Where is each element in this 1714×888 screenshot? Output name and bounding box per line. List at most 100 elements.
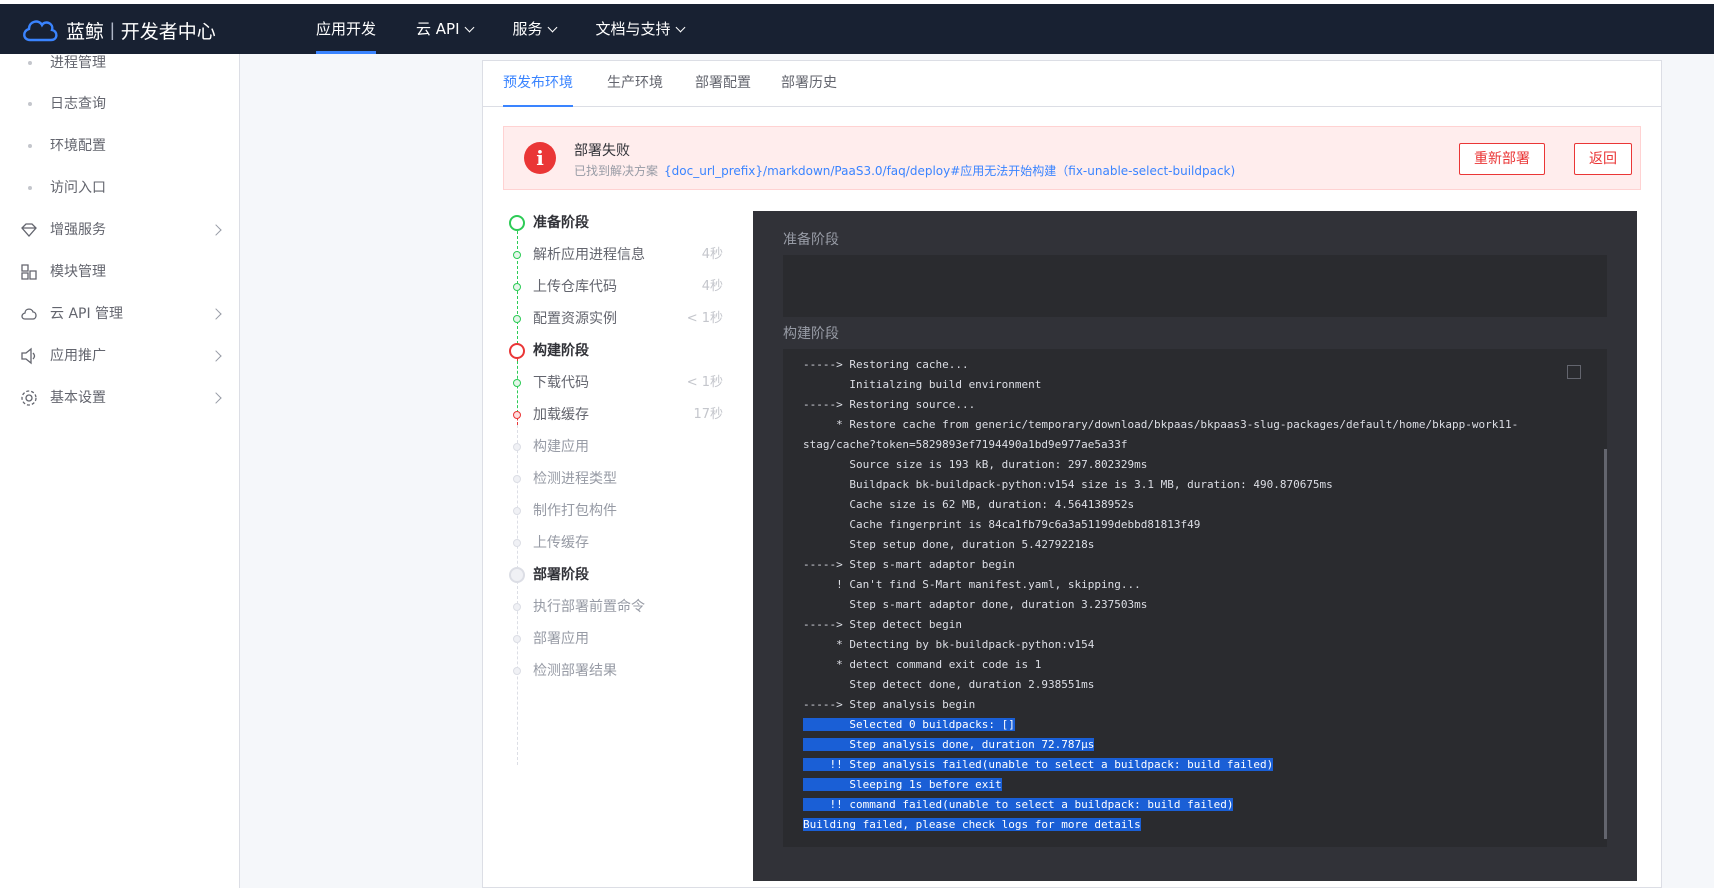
log-line: Buildpack bk-buildpack-python:v154 size … bbox=[803, 475, 1518, 495]
log-line-text: Step detect done, duration 2.938551ms bbox=[803, 678, 1095, 691]
nav-app-dev[interactable]: 应用开发 bbox=[316, 0, 377, 54]
bullet-icon bbox=[28, 186, 32, 190]
prepare-log-box bbox=[783, 255, 1607, 317]
tab-label: 部署配置 bbox=[695, 75, 751, 91]
log-line-text: Step s-mart adaptor done, duration 3.237… bbox=[803, 598, 1148, 611]
step-load-cache[interactable]: 加载缓存 17秒 bbox=[503, 403, 723, 427]
chevron-right-icon bbox=[210, 224, 222, 236]
log-line: * detect command exit code is 1 bbox=[803, 655, 1518, 675]
build-log-text[interactable]: -----> Restoring cache... Initialzing bu… bbox=[803, 355, 1518, 835]
sidebar-item-process[interactable]: 进程管理 bbox=[0, 42, 240, 84]
step-status-icon bbox=[513, 667, 521, 675]
log-line-text: Buildpack bk-buildpack-python:v154 size … bbox=[803, 478, 1333, 491]
log-line: Cache fingerprint is 84ca1fb79c6a3a51199… bbox=[803, 515, 1518, 535]
cloud-api-icon bbox=[21, 308, 37, 320]
sidebar-item-enhanced-services[interactable]: 增强服务 bbox=[0, 209, 240, 251]
step-status-icon bbox=[513, 539, 521, 547]
pending-stage-icon bbox=[509, 567, 525, 583]
step-label: 检测进程类型 bbox=[533, 471, 617, 487]
step-make-artifact[interactable]: 制作打包构件 bbox=[503, 499, 723, 523]
stage-build[interactable]: 构建阶段 bbox=[503, 339, 723, 363]
step-label: 配置资源实例 bbox=[533, 311, 617, 327]
sidebar-item-label: 应用推广 bbox=[50, 348, 106, 364]
step-config-resources[interactable]: 配置资源实例 < 1秒 bbox=[503, 307, 723, 331]
diamond-icon bbox=[21, 223, 37, 237]
sidebar-item-access[interactable]: 访问入口 bbox=[0, 167, 240, 209]
step-status-icon bbox=[513, 411, 521, 419]
step-download-code[interactable]: 下载代码 < 1秒 bbox=[503, 371, 723, 395]
step-label: 执行部署前置命令 bbox=[533, 599, 645, 615]
step-label: 上传缓存 bbox=[533, 535, 589, 551]
step-upload-code[interactable]: 上传仓库代码 4秒 bbox=[503, 275, 723, 299]
tab-staging[interactable]: 预发布环境 bbox=[503, 61, 573, 107]
solution-link[interactable]: {doc_url_prefix}/markdown/PaaS3.0/faq/de… bbox=[664, 164, 1235, 178]
stage-label: 准备阶段 bbox=[533, 215, 589, 231]
log-line: -----> Restoring cache... bbox=[803, 355, 1518, 375]
sidebar-item-promotion[interactable]: 应用推广 bbox=[0, 335, 240, 377]
redeploy-button[interactable]: 重新部署 bbox=[1459, 143, 1545, 175]
sidebar-item-modules[interactable]: 模块管理 bbox=[0, 251, 240, 293]
log-line-text: !! Step analysis failed(unable to select… bbox=[803, 758, 1274, 771]
log-scrollbar[interactable] bbox=[1604, 449, 1607, 839]
sidebar-item-label: 环境配置 bbox=[50, 138, 106, 154]
step-duration: 4秒 bbox=[701, 247, 723, 262]
chevron-down-icon bbox=[547, 22, 557, 33]
step-status-icon bbox=[513, 315, 521, 323]
step-parse-process[interactable]: 解析应用进程信息 4秒 bbox=[503, 243, 723, 267]
nav-services[interactable]: 服务 bbox=[513, 0, 557, 54]
step-build-app[interactable]: 构建应用 bbox=[503, 435, 723, 459]
log-line: stag/cache?token=5829893ef7194490a1bd9e9… bbox=[803, 435, 1518, 455]
fullscreen-icon[interactable] bbox=[1567, 365, 1581, 379]
error-stage-icon bbox=[509, 343, 525, 359]
sidebar-item-env-config[interactable]: 环境配置 bbox=[0, 125, 240, 167]
top-strip bbox=[0, 0, 1714, 4]
tab-deploy-config[interactable]: 部署配置 bbox=[695, 61, 751, 107]
step-detect-process[interactable]: 检测进程类型 bbox=[503, 467, 723, 491]
step-label: 制作打包构件 bbox=[533, 503, 617, 519]
log-line: Selected 0 buildpacks: [] bbox=[803, 715, 1518, 735]
log-line: !! command failed(unable to select a bui… bbox=[803, 795, 1518, 815]
nav-docs-support-label: 文档与支持 bbox=[595, 20, 671, 38]
alert-subtitle: 已找到解决方案 {doc_url_prefix}/markdown/PaaS3.0… bbox=[574, 162, 1235, 179]
step-check-result[interactable]: 检测部署结果 bbox=[503, 659, 723, 683]
step-deploy-app[interactable]: 部署应用 bbox=[503, 627, 723, 651]
nav-cloud-api-label: 云 API bbox=[416, 20, 460, 38]
sidebar-item-cloud-api[interactable]: 云 API 管理 bbox=[0, 293, 240, 335]
sidebar-item-logs[interactable]: 日志查询 bbox=[0, 83, 240, 125]
back-button[interactable]: 返回 bbox=[1574, 143, 1632, 175]
build-log-box[interactable]: -----> Restoring cache... Initialzing bu… bbox=[783, 349, 1607, 847]
sidebar-item-label: 增强服务 bbox=[50, 222, 106, 238]
nav-docs-support[interactable]: 文档与支持 bbox=[595, 0, 685, 54]
brand-name: 蓝鲸 bbox=[66, 20, 105, 43]
log-line-text: -----> Restoring source... bbox=[803, 398, 976, 411]
chevron-right-icon bbox=[210, 392, 222, 404]
product-name: 开发者中心 bbox=[120, 20, 216, 43]
sidebar-item-basic-settings[interactable]: 基本设置 bbox=[0, 377, 240, 419]
stage-prepare[interactable]: 准备阶段 bbox=[503, 211, 723, 235]
step-pre-release-cmd[interactable]: 执行部署前置命令 bbox=[503, 595, 723, 619]
step-status-icon bbox=[513, 603, 521, 611]
step-label: 构建应用 bbox=[533, 439, 589, 455]
log-line: Source size is 193 kB, duration: 297.802… bbox=[803, 455, 1518, 475]
nav-cloud-api[interactable]: 云 API bbox=[416, 0, 474, 54]
log-line: Building failed, please check logs for m… bbox=[803, 815, 1518, 835]
chevron-right-icon bbox=[210, 350, 222, 362]
log-line: Step detect done, duration 2.938551ms bbox=[803, 675, 1518, 695]
log-line: -----> Step detect begin bbox=[803, 615, 1518, 635]
step-duration: 17秒 bbox=[693, 407, 723, 422]
log-line: !! Step analysis failed(unable to select… bbox=[803, 755, 1518, 775]
stage-deploy[interactable]: 部署阶段 bbox=[503, 563, 723, 587]
log-line-text: Selected 0 buildpacks: [] bbox=[803, 718, 1015, 731]
step-duration: 4秒 bbox=[701, 279, 723, 294]
stage-label: 部署阶段 bbox=[533, 567, 589, 583]
main-nav: 应用开发 云 API 服务 文档与支持 bbox=[316, 0, 724, 54]
log-line: -----> Step analysis begin bbox=[803, 695, 1518, 715]
step-status-icon bbox=[513, 379, 521, 387]
tab-deploy-history[interactable]: 部署历史 bbox=[781, 61, 837, 107]
log-line-text: * Restore cache from generic/temporary/d… bbox=[803, 418, 1519, 431]
sidebar-item-label: 访问入口 bbox=[50, 180, 106, 196]
log-line: * Detecting by bk-buildpack-python:v154 bbox=[803, 635, 1518, 655]
step-upload-cache[interactable]: 上传缓存 bbox=[503, 531, 723, 555]
step-status-icon bbox=[513, 251, 521, 259]
tab-production[interactable]: 生产环境 bbox=[607, 61, 663, 107]
